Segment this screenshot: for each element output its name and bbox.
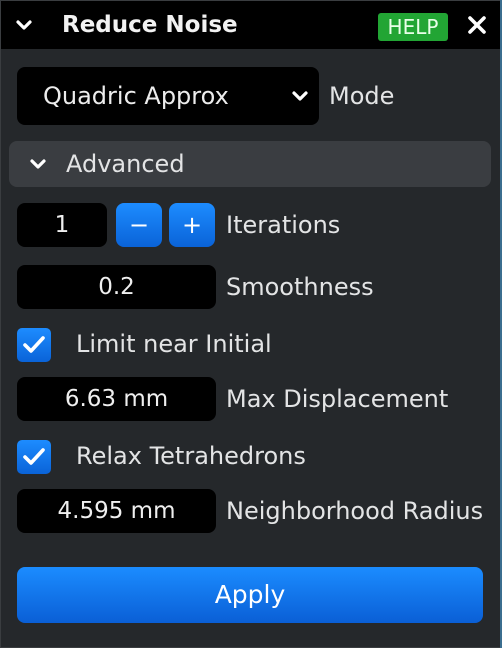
iterations-increment-button[interactable]: + — [169, 203, 215, 247]
panel-title: Reduce Noise — [62, 12, 238, 38]
reduce-noise-panel: Reduce Noise HELP Quadric Approx Mode Ad… — [0, 0, 502, 648]
limit-near-initial-checkbox[interactable] — [17, 328, 51, 362]
smoothness-label: Smoothness — [226, 273, 374, 301]
help-button[interactable]: HELP — [378, 13, 448, 41]
advanced-section-title: Advanced — [66, 150, 185, 178]
mode-label: Mode — [329, 82, 395, 110]
panel-title-bar: Reduce Noise HELP — [1, 1, 501, 49]
relax-tetrahedrons-label: Relax Tetrahedrons — [76, 442, 306, 470]
iterations-label: Iterations — [226, 211, 341, 239]
smoothness-field[interactable]: 0.2 — [17, 265, 216, 309]
chevron-down-icon — [30, 159, 46, 169]
neighborhood-radius-label: Neighborhood Radius — [226, 497, 484, 525]
max-displacement-field[interactable]: 6.63 mm — [17, 377, 216, 421]
limit-near-initial-label: Limit near Initial — [76, 330, 272, 358]
relax-tetrahedrons-checkbox[interactable] — [17, 440, 51, 474]
mode-selected-value: Quadric Approx — [43, 82, 229, 110]
checkmark-icon — [23, 448, 45, 465]
close-icon[interactable] — [466, 14, 488, 36]
max-displacement-label: Max Displacement — [226, 385, 449, 413]
iterations-field[interactable]: 1 — [17, 203, 107, 247]
iterations-decrement-button[interactable]: − — [116, 203, 162, 247]
advanced-section-header[interactable]: Advanced — [9, 141, 491, 187]
neighborhood-radius-field[interactable]: 4.595 mm — [17, 489, 216, 533]
apply-button[interactable]: Apply — [17, 567, 483, 623]
checkmark-icon — [23, 336, 45, 353]
mode-dropdown[interactable]: Quadric Approx — [17, 67, 319, 125]
chevron-down-icon — [292, 91, 308, 101]
chevron-down-icon[interactable] — [13, 14, 35, 36]
